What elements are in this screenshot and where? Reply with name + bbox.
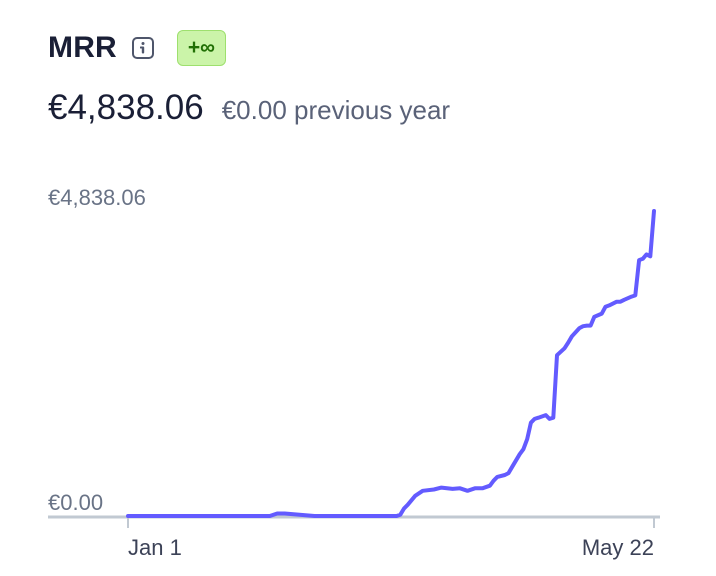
x-tick-end: May 22 bbox=[582, 535, 654, 560]
mrr-line-chart: €4,838.06 €0.00 Jan 1 May 22 bbox=[48, 185, 660, 560]
y-tick-min: €0.00 bbox=[48, 490, 103, 515]
mrr-series-line bbox=[126, 209, 656, 518]
y-tick-max: €4,838.06 bbox=[48, 185, 146, 210]
x-tick-start: Jan 1 bbox=[128, 535, 182, 560]
